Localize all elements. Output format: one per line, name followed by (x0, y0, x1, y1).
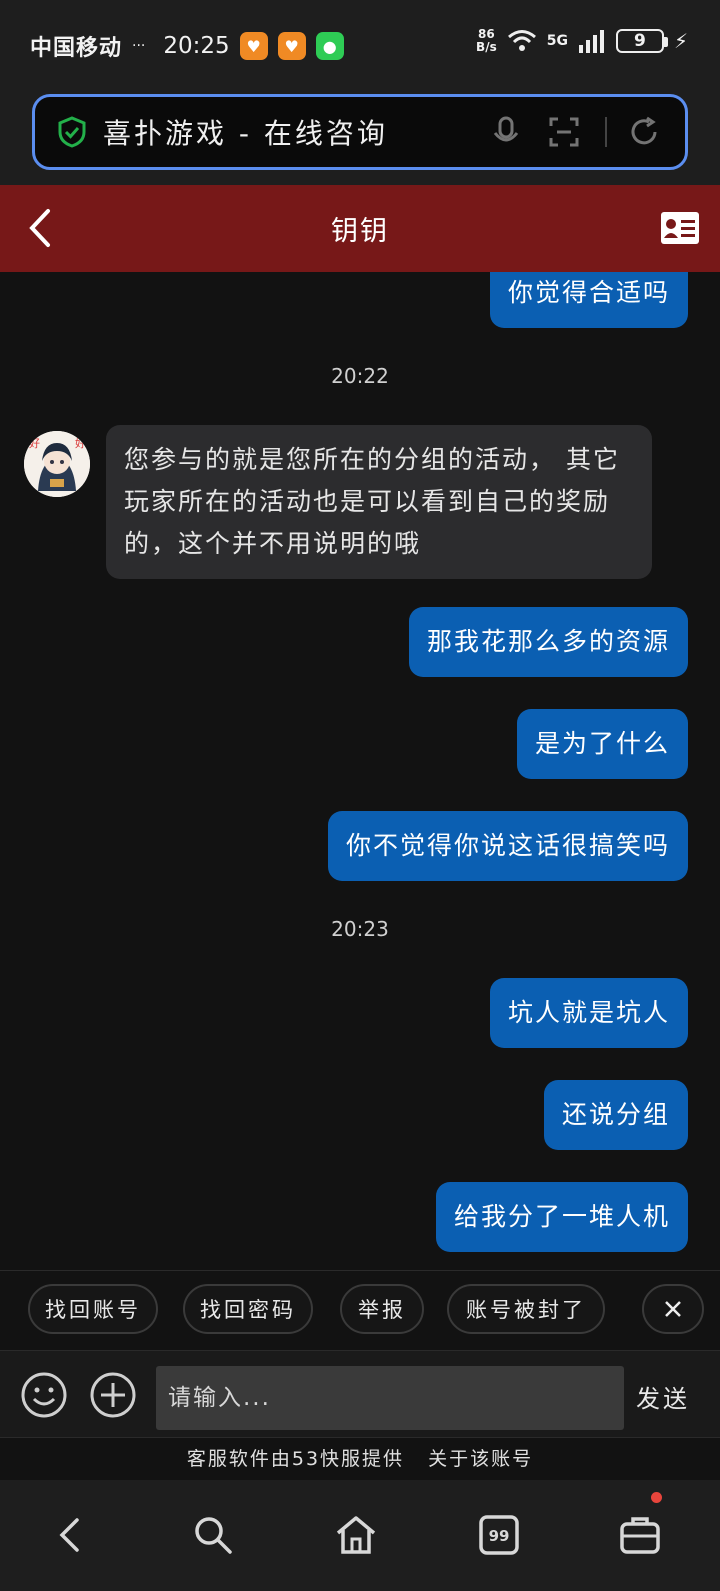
emoji-icon[interactable] (20, 1371, 68, 1419)
quick-reply-recover-account[interactable]: 找回账号 (28, 1284, 158, 1334)
wechat-icon: ● (315, 32, 344, 60)
message-timestamp: 20:22 (331, 364, 389, 388)
url-title[interactable]: 喜扑游戏 - 在线咨询 (103, 112, 489, 152)
chat-messages[interactable]: 你觉得合适吗 20:22 好 好 您参与的就是您所在的分组的活动， 其它玩家所在… (0, 272, 720, 1270)
agent-name: 钥钥 (331, 216, 389, 247)
network-speed: 86 B/s (476, 27, 497, 54)
search-icon[interactable] (190, 1512, 236, 1558)
status-time: 20:25 (163, 33, 230, 59)
url-divider (605, 117, 607, 147)
shield-check-icon (58, 116, 86, 148)
quick-reply-recover-password[interactable]: 找回密码 (183, 1284, 313, 1334)
quick-reply-report[interactable]: 举报 (340, 1284, 424, 1334)
home-icon[interactable] (333, 1512, 379, 1558)
outgoing-message[interactable]: 你不觉得你说这话很搞笑吗 (327, 811, 688, 881)
agent-avatar[interactable]: 好 好 (24, 431, 90, 497)
outgoing-message[interactable]: 你觉得合适吗 (489, 272, 688, 328)
contact-card-icon[interactable] (660, 211, 700, 245)
message-timestamp: 20:23 (331, 917, 389, 941)
outgoing-message[interactable]: 是为了什么 (516, 709, 688, 779)
briefcase-icon[interactable] (617, 1512, 663, 1558)
battery-indicator: 9 (615, 29, 668, 53)
provider-note: 客服软件由53快服提供 (186, 1448, 405, 1470)
tabs-count-icon[interactable]: 99 (476, 1512, 522, 1558)
scan-icon[interactable] (547, 115, 581, 149)
status-bar: 中国移动 ··· 20:25 ♥ ♥ ● 86 B/s 5G 9 ⚡ (0, 0, 720, 92)
outgoing-message[interactable]: 那我花那么多的资源 (408, 607, 688, 677)
refresh-icon[interactable] (627, 115, 661, 149)
message-input[interactable] (156, 1366, 624, 1430)
app-notification-icon: ♥ (239, 32, 268, 60)
chat-header: 钥钥 (0, 185, 720, 272)
url-bar[interactable]: 喜扑游戏 - 在线咨询 (32, 94, 688, 170)
notification-dot (651, 1492, 662, 1503)
add-icon[interactable] (89, 1371, 137, 1419)
footer-note: 客服软件由53快服提供 关于该账号 (0, 1438, 720, 1480)
app-notification-icon: ♥ (277, 32, 306, 60)
about-account-link[interactable]: 关于该账号 (428, 1448, 533, 1470)
network-type: 5G (546, 33, 568, 49)
browser-bottom-nav: 99 (0, 1480, 720, 1591)
outgoing-message[interactable]: 还说分组 (543, 1080, 688, 1150)
close-quick-replies-button[interactable] (642, 1284, 704, 1334)
message-input-bar: 发送 (0, 1350, 720, 1438)
send-button[interactable]: 发送 (636, 1379, 690, 1414)
svg-text:好: 好 (29, 436, 40, 450)
outgoing-message[interactable]: 坑人就是坑人 (489, 978, 688, 1048)
outgoing-message[interactable]: 给我分了一堆人机 (435, 1182, 688, 1252)
signal-icon (578, 30, 604, 53)
browser-bar: 喜扑游戏 - 在线咨询 (0, 92, 720, 185)
incoming-message[interactable]: 您参与的就是您所在的分组的活动， 其它玩家所在的活动也是可以看到自己的奖励的，这… (106, 425, 652, 579)
svg-text:99: 99 (489, 1527, 510, 1545)
quick-reply-account-banned[interactable]: 账号被封了 (447, 1284, 605, 1334)
back-icon[interactable] (48, 1512, 94, 1558)
close-icon (665, 1301, 681, 1317)
carrier-more: ··· (132, 38, 146, 54)
charging-icon: ⚡ (673, 29, 688, 53)
microphone-icon[interactable] (489, 115, 523, 149)
carrier-name: 中国移动 (30, 36, 123, 61)
quick-replies: 找回账号 找回密码 举报 账号被封了 (0, 1270, 720, 1350)
wifi-icon (507, 30, 536, 51)
svg-text:好: 好 (75, 436, 86, 450)
